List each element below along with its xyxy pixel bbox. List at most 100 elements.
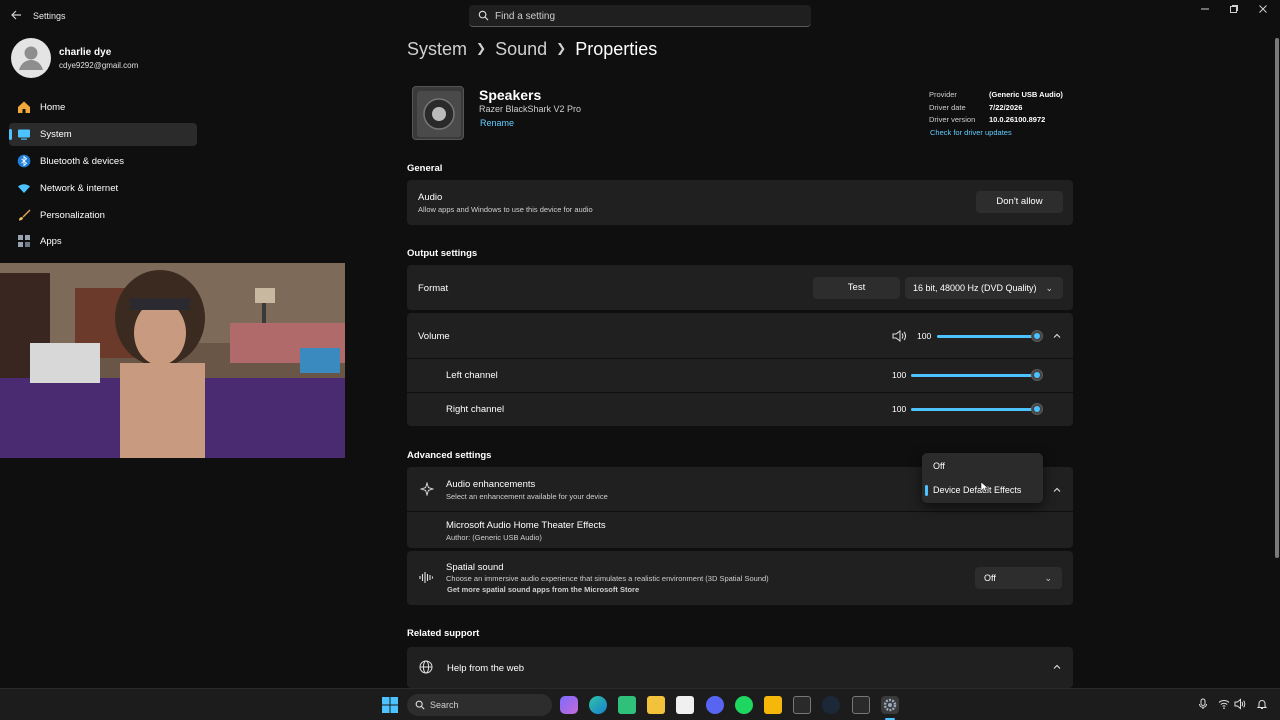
- steam-icon[interactable]: [822, 696, 840, 714]
- spatial-sound-desc: Choose an immersive audio experience tha…: [446, 574, 769, 583]
- sidebar-item-system[interactable]: System: [9, 123, 197, 146]
- taskbar-search[interactable]: Search: [407, 694, 552, 716]
- minimize-button[interactable]: [1195, 4, 1215, 18]
- test-button[interactable]: Test: [813, 277, 900, 299]
- option-off[interactable]: Off: [933, 461, 945, 471]
- sidebar-item-network[interactable]: Network & internet: [9, 177, 197, 200]
- slider-fill: [911, 408, 1037, 411]
- microphone-icon[interactable]: [1197, 698, 1209, 710]
- maximize-button[interactable]: [1224, 4, 1244, 18]
- search-icon: [478, 10, 489, 21]
- driver-version-value: 10.0.26100.8972: [989, 115, 1046, 124]
- chevron-up-icon[interactable]: [1052, 662, 1062, 672]
- right-channel-slider[interactable]: [911, 403, 1043, 415]
- selection-indicator: [9, 129, 12, 140]
- sidebar-item-apps[interactable]: Apps: [9, 230, 197, 253]
- format-dropdown[interactable]: 16 bit, 48000 Hz (DVD Quality) ⌄: [905, 277, 1063, 299]
- section-title-general: General: [407, 163, 443, 174]
- scrollbar[interactable]: [1275, 38, 1279, 558]
- restore-icon: [1230, 5, 1238, 13]
- speaker-volume-icon[interactable]: [892, 330, 907, 342]
- check-driver-updates-link[interactable]: Check for driver updates: [930, 128, 1012, 137]
- driver-date-label: Driver date: [929, 103, 966, 112]
- audio-allow-card: Audio Allow apps and Windows to use this…: [407, 180, 1073, 225]
- chevron-down-icon: ⌄: [1044, 573, 1052, 583]
- notification-bell-icon[interactable]: [1256, 698, 1268, 710]
- person-icon: [19, 46, 43, 70]
- ms-effects-title: Microsoft Audio Home Theater Effects: [446, 520, 606, 531]
- speaker-icon: [412, 86, 464, 140]
- globe-icon: [419, 660, 433, 674]
- ms-effects-author: Author: (Generic USB Audio): [446, 533, 542, 542]
- brush-icon: [19, 209, 31, 221]
- left-channel-slider[interactable]: [911, 369, 1043, 381]
- slider-thumb[interactable]: [1031, 330, 1043, 342]
- volume-icon[interactable]: [1234, 698, 1246, 710]
- ms-store-icon[interactable]: [676, 696, 694, 714]
- breadcrumb-system[interactable]: System: [407, 39, 467, 59]
- spotify-icon[interactable]: [735, 696, 753, 714]
- sidebar-item-label: Home: [40, 102, 66, 113]
- breadcrumb: System ❯ Sound ❯ Properties: [407, 39, 657, 60]
- help-from-web-title: Help from the web: [447, 663, 525, 674]
- format-value: 16 bit, 48000 Hz (DVD Quality): [913, 283, 1037, 293]
- provider-label: Provider: [929, 90, 957, 99]
- divider: [407, 511, 1073, 512]
- enhancement-dropdown-menu: Off Device Default Effects: [922, 453, 1043, 503]
- section-title-related: Related support: [407, 628, 480, 639]
- back-arrow-icon[interactable]: [10, 9, 24, 23]
- discord-icon[interactable]: [706, 696, 724, 714]
- spatial-sound-value: Off: [984, 573, 996, 583]
- page-title: Properties: [575, 39, 658, 59]
- audio-enhancements-title: Audio enhancements: [446, 479, 536, 490]
- title-bar: Settings: [0, 0, 1280, 32]
- volume-slider[interactable]: [937, 330, 1043, 342]
- provider-value: (Generic USB Audio): [989, 90, 1063, 99]
- app-title: Settings: [33, 11, 66, 21]
- sidebar-item-label: System: [40, 129, 72, 140]
- option-device-default-effects[interactable]: Device Default Effects: [933, 485, 1021, 495]
- breadcrumb-sound[interactable]: Sound: [495, 39, 547, 59]
- start-icon[interactable]: [381, 696, 399, 714]
- sidebar-item-home[interactable]: Home: [9, 96, 197, 119]
- file-explorer-icon[interactable]: [647, 696, 665, 714]
- rename-link[interactable]: Rename: [480, 118, 514, 128]
- taskbar-search-label: Search: [430, 700, 459, 710]
- driver-date-value: 7/22/2026: [989, 103, 1023, 112]
- store-icon[interactable]: [618, 696, 636, 714]
- sidebar-item-bluetooth[interactable]: Bluetooth & devices: [9, 150, 197, 173]
- chevron-right-icon: ❯: [476, 41, 487, 55]
- search-icon: [415, 700, 425, 710]
- section-title-advanced: Advanced settings: [407, 450, 492, 461]
- settings-search-box[interactable]: [469, 5, 811, 27]
- divider: [407, 392, 1073, 393]
- help-from-web-card[interactable]: Help from the web: [407, 647, 1073, 688]
- sidebar-item-label: Network & internet: [40, 183, 119, 194]
- right-channel-label: Right channel: [446, 404, 505, 415]
- copilot-icon[interactable]: [560, 696, 578, 714]
- settings-icon[interactable]: [881, 696, 899, 714]
- chevron-up-icon[interactable]: [1052, 485, 1062, 495]
- webcam-overlay: [0, 263, 345, 458]
- system-icon: [18, 129, 30, 140]
- rockstar-icon[interactable]: [764, 696, 782, 714]
- spatial-sound-dropdown[interactable]: Off ⌄: [975, 567, 1062, 589]
- search-input[interactable]: [495, 8, 795, 24]
- close-button[interactable]: [1253, 4, 1273, 18]
- audio-title: Audio: [418, 192, 443, 203]
- volume-value: 100: [917, 331, 932, 341]
- chevron-up-icon[interactable]: [1052, 331, 1062, 341]
- dont-allow-button[interactable]: Don't allow: [976, 191, 1063, 213]
- slider-fill: [937, 335, 1037, 338]
- avatar[interactable]: [11, 38, 51, 78]
- close-icon: [1259, 5, 1267, 13]
- sidebar-item-personalization[interactable]: Personalization: [9, 204, 197, 227]
- user-email: cdye9292@gmail.com: [59, 61, 139, 70]
- spatial-store-link[interactable]: Get more spatial sound apps from the Mic…: [447, 585, 639, 594]
- wifi-icon[interactable]: [1218, 698, 1230, 710]
- slider-thumb[interactable]: [1031, 369, 1043, 381]
- epic-icon[interactable]: [852, 696, 870, 714]
- edge-icon[interactable]: [589, 696, 607, 714]
- epic-games-icon[interactable]: [793, 696, 811, 714]
- slider-thumb[interactable]: [1031, 403, 1043, 415]
